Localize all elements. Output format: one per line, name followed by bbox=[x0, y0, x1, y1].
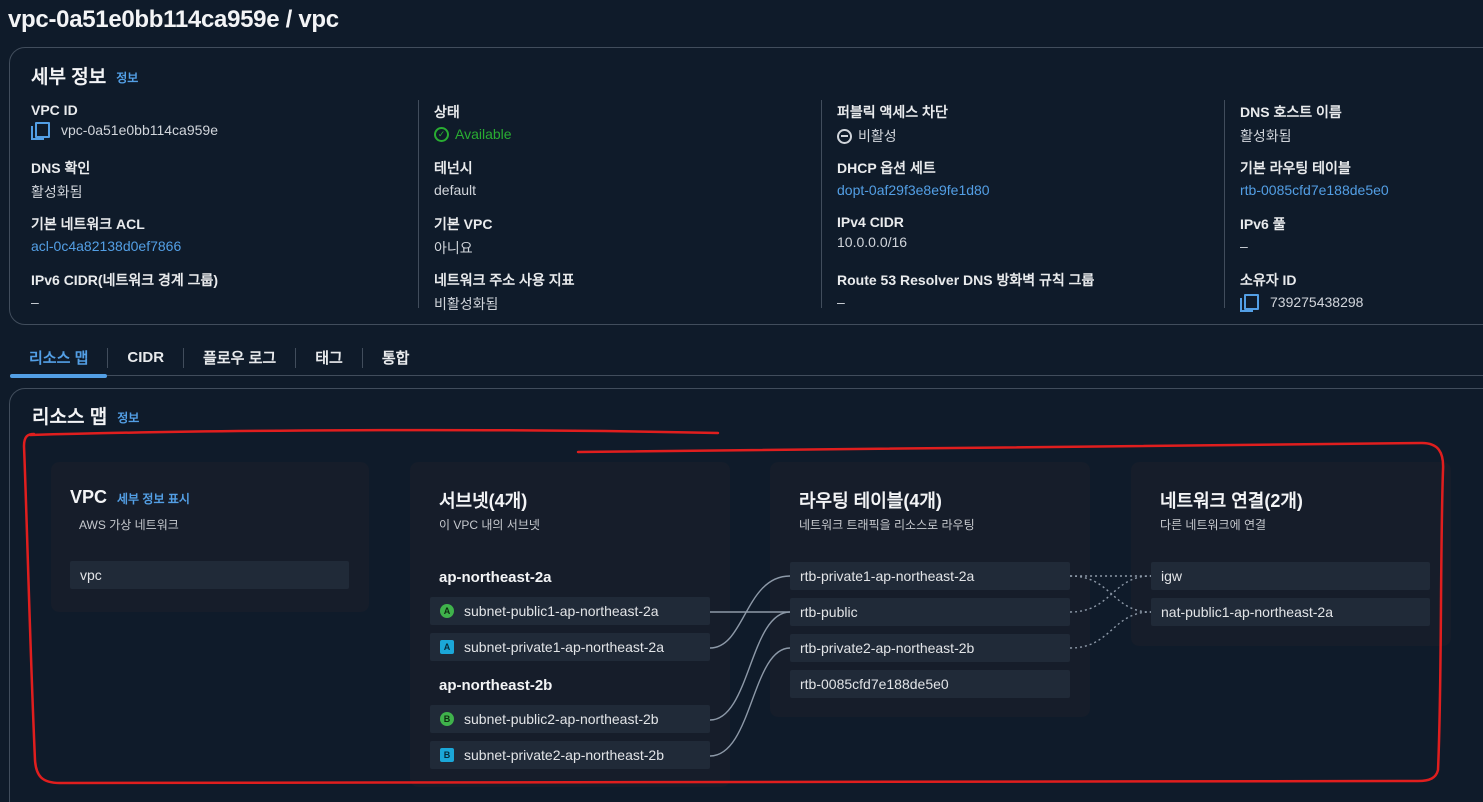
tab-bar: 리소스 맵 CIDR 플로우 로그 태그 통합 bbox=[10, 340, 1483, 378]
subnet-node[interactable]: Asubnet-public1-ap-northeast-2a bbox=[430, 597, 710, 625]
connection-node[interactable]: nat-public1-ap-northeast-2a bbox=[1151, 598, 1430, 626]
copy-icon[interactable] bbox=[1240, 294, 1259, 312]
column-divider bbox=[821, 100, 822, 308]
main-network-acl-link[interactable]: acl-0c4a82138d0ef7866 bbox=[31, 238, 391, 254]
private-subnet-icon: B bbox=[440, 748, 454, 762]
field-network-address-usage: 네트워크 주소 사용 지표 비활성화됨 bbox=[434, 272, 575, 312]
column-divider bbox=[1224, 100, 1225, 308]
field-vpc-id: VPC ID vpc-0a51e0bb114ca959e bbox=[31, 102, 218, 140]
field-dns-resolution: DNS 확인 활성화됨 bbox=[31, 160, 91, 200]
page-title: vpc-0a51e0bb114ca959e / vpc bbox=[8, 6, 339, 33]
tab-cidr[interactable]: CIDR bbox=[108, 342, 183, 374]
route-table-node[interactable]: rtb-private2-ap-northeast-2b bbox=[790, 634, 1070, 662]
minus-circle-icon bbox=[837, 128, 852, 144]
info-link[interactable]: 정보 bbox=[116, 71, 138, 85]
route-table-node[interactable]: rtb-public bbox=[790, 598, 1070, 626]
subnets-panel: 서브넷(4개) 이 VPC 내의 서브넷 ap-northeast-2a Asu… bbox=[410, 462, 730, 787]
public-subnet-icon: B bbox=[440, 712, 454, 726]
field-main-route-table: 기본 라우팅 테이블 rtb-0085cfd7e188de5e0 bbox=[1240, 158, 1480, 198]
details-panel: 세부 정보 정보 VPC ID vpc-0a51e0bb114ca959e DNS… bbox=[9, 47, 1483, 325]
subnet-node[interactable]: Asubnet-private1-ap-northeast-2a bbox=[430, 633, 710, 661]
field-tenancy: 테넌시 default bbox=[434, 160, 477, 198]
field-route53-firewall: Route 53 Resolver DNS 방화벽 규칙 그룹 – bbox=[837, 272, 1095, 310]
field-dhcp-option-set: DHCP 옵션 세트 dopt-0af29f3e8e9fe1d80 bbox=[837, 158, 1197, 198]
private-subnet-icon: A bbox=[440, 640, 454, 654]
field-ipv6-cidr: IPv6 CIDR(네트워크 경계 그룹) – bbox=[31, 272, 219, 310]
field-owner-id: 소유자 ID 739275438298 bbox=[1240, 272, 1364, 312]
dhcp-option-set-link[interactable]: dopt-0af29f3e8e9fe1d80 bbox=[837, 182, 1197, 198]
tab-integrations[interactable]: 통합 bbox=[363, 342, 429, 374]
tab-tags[interactable]: 태그 bbox=[296, 342, 362, 374]
field-state: 상태 ✓ Available bbox=[434, 104, 512, 142]
field-default-vpc: 기본 VPC 아니요 bbox=[434, 216, 493, 256]
vpc-node[interactable]: vpc bbox=[70, 561, 349, 589]
connection-node[interactable]: igw bbox=[1151, 562, 1430, 590]
info-link[interactable]: 정보 bbox=[117, 411, 139, 425]
show-details-link[interactable]: 세부 정보 표시 bbox=[117, 492, 190, 506]
tab-flow-logs[interactable]: 플로우 로그 bbox=[184, 342, 295, 374]
route-table-node[interactable]: rtb-private1-ap-northeast-2a bbox=[790, 562, 1070, 590]
resource-map-title: 리소스 맵 정보 bbox=[32, 407, 140, 428]
status-badge: Available bbox=[455, 126, 512, 142]
copy-icon[interactable] bbox=[31, 122, 50, 140]
az-label: ap-northeast-2a bbox=[439, 569, 552, 586]
public-subnet-icon: A bbox=[440, 604, 454, 618]
field-block-public-access: 퍼블릭 액세스 차단 비활성 bbox=[837, 104, 948, 144]
az-label: ap-northeast-2b bbox=[439, 677, 553, 694]
main-route-table-link[interactable]: rtb-0085cfd7e188de5e0 bbox=[1240, 182, 1480, 198]
field-dns-hostnames: DNS 호스트 이름 활성화됨 bbox=[1240, 104, 1342, 144]
check-circle-icon: ✓ bbox=[434, 126, 449, 142]
route-tables-panel: 라우팅 테이블(4개) 네트워크 트래픽을 리소스로 라우팅 rtb-priva… bbox=[770, 462, 1090, 717]
vpc-panel: VPC 세부 정보 표시 AWS 가상 네트워크 vpc bbox=[51, 462, 369, 612]
network-connections-panel: 네트워크 연결(2개) 다른 네트워크에 연결 igw nat-public1-… bbox=[1131, 462, 1451, 646]
route-table-node[interactable]: rtb-0085cfd7e188de5e0 bbox=[790, 670, 1070, 698]
field-ipv6-pool: IPv6 풀 – bbox=[1240, 216, 1286, 254]
column-divider bbox=[418, 100, 419, 308]
tab-resource-map[interactable]: 리소스 맵 bbox=[10, 342, 108, 378]
field-main-network-acl: 기본 네트워크 ACL acl-0c4a82138d0ef7866 bbox=[31, 214, 391, 254]
details-title: 세부 정보 정보 bbox=[31, 67, 139, 88]
field-ipv4-cidr: IPv4 CIDR 10.0.0.0/16 bbox=[837, 214, 908, 250]
subnet-node[interactable]: Bsubnet-public2-ap-northeast-2b bbox=[430, 705, 710, 733]
subnet-node[interactable]: Bsubnet-private2-ap-northeast-2b bbox=[430, 741, 710, 769]
